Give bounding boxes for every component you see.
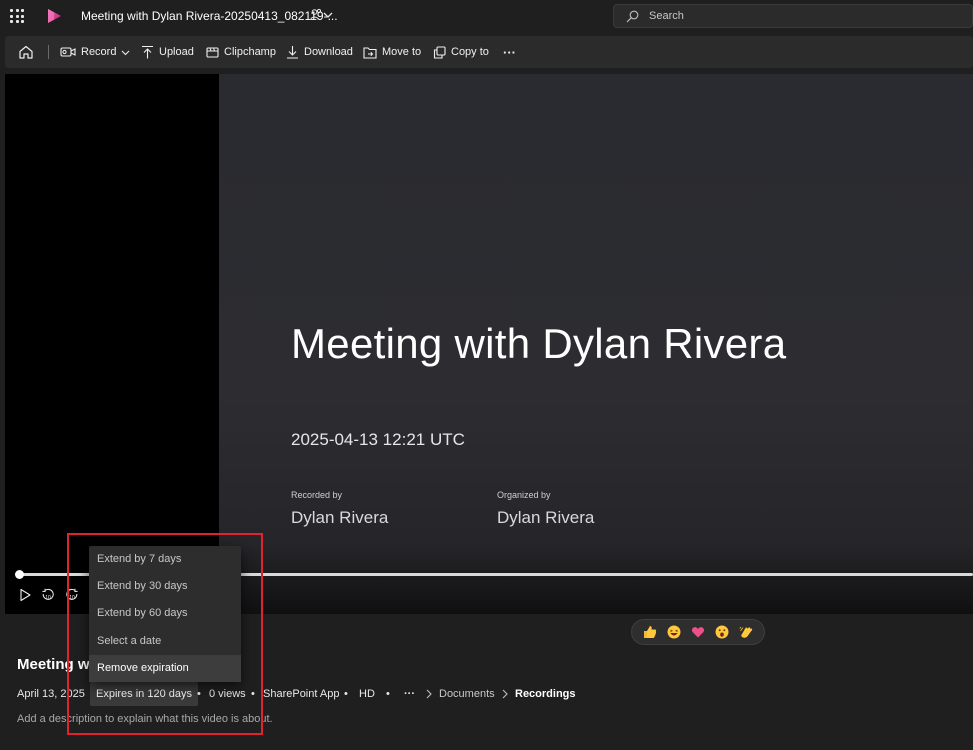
meta-separator: • bbox=[251, 688, 255, 700]
view-count: 0 views bbox=[209, 688, 246, 700]
search-box[interactable]: Search bbox=[613, 4, 973, 28]
breadcrumb-overflow-button[interactable]: ··· bbox=[404, 688, 415, 700]
play-icon[interactable] bbox=[18, 588, 32, 602]
breadcrumb-recordings[interactable]: Recordings bbox=[515, 688, 576, 700]
slide-datetime: 2025-04-13 12:21 UTC bbox=[291, 430, 465, 449]
top-bar: Meeting with Dylan Rivera-20250413_08211… bbox=[0, 0, 973, 32]
menu-item-extend-60-days[interactable]: Extend by 60 days bbox=[89, 600, 241, 627]
record-button[interactable]: Record bbox=[60, 36, 130, 68]
video-player[interactable]: Meeting with Dylan Rivera 2025-04-13 12:… bbox=[5, 74, 973, 614]
move-to-button[interactable]: Move to bbox=[363, 36, 421, 68]
move-folder-icon bbox=[363, 46, 377, 59]
move-to-label: Move to bbox=[382, 46, 422, 58]
shared-people-icon[interactable] bbox=[310, 8, 322, 21]
breadcrumb-documents[interactable]: Documents bbox=[439, 688, 495, 700]
chevron-right-icon bbox=[426, 689, 432, 699]
source-app: SharePoint App bbox=[263, 688, 340, 700]
organized-by-name: Dylan Rivera bbox=[497, 508, 595, 527]
record-label: Record bbox=[81, 46, 117, 58]
meta-separator: • bbox=[386, 688, 390, 700]
upload-button[interactable]: Upload bbox=[141, 36, 194, 68]
video-letterbox bbox=[5, 74, 219, 614]
recorded-by-label: Recorded by bbox=[291, 490, 343, 500]
copy-icon bbox=[433, 45, 446, 59]
search-icon bbox=[626, 10, 639, 23]
chevron-down-icon bbox=[122, 50, 130, 55]
download-button[interactable]: Download bbox=[286, 36, 353, 68]
expiration-button[interactable]: Expires in 120 days bbox=[90, 682, 198, 706]
menu-item-extend-7-days[interactable]: Extend by 7 days bbox=[89, 546, 241, 573]
home-button[interactable] bbox=[18, 36, 34, 68]
chevron-down-icon[interactable] bbox=[323, 11, 333, 19]
description-field[interactable]: Add a description to explain what this v… bbox=[17, 713, 273, 725]
clipchamp-button[interactable]: Clipchamp bbox=[206, 36, 276, 68]
skip-forward-icon[interactable]: 10 bbox=[65, 588, 79, 602]
chevron-right-icon bbox=[502, 689, 508, 699]
skip-back-icon[interactable]: 10 bbox=[41, 588, 55, 602]
clipchamp-icon bbox=[206, 46, 219, 58]
document-title[interactable]: Meeting with Dylan Rivera-20250413_08211… bbox=[81, 9, 338, 23]
more-actions-button[interactable]: ··· bbox=[503, 36, 516, 68]
surprised-face-icon[interactable] bbox=[715, 625, 729, 639]
thumbs-up-icon[interactable] bbox=[643, 625, 657, 639]
upload-label: Upload bbox=[159, 46, 194, 58]
slide-title: Meeting with Dylan Rivera bbox=[291, 320, 787, 367]
download-icon bbox=[287, 46, 298, 59]
meta-separator: • bbox=[197, 688, 201, 700]
expiration-menu: Extend by 7 days Extend by 30 days Exten… bbox=[89, 546, 241, 682]
menu-item-select-date[interactable]: Select a date bbox=[89, 628, 241, 655]
clapping-hands-icon[interactable] bbox=[739, 625, 753, 639]
toolbar-divider bbox=[48, 45, 49, 59]
command-bar: Record Upload Clipchamp Download Move to bbox=[5, 36, 973, 68]
app-launcher-icon[interactable] bbox=[10, 9, 24, 23]
copy-to-button[interactable]: Copy to bbox=[433, 36, 489, 68]
meta-separator: • bbox=[344, 688, 348, 700]
skip-forward-seconds: 10 bbox=[69, 595, 75, 601]
stream-logo-icon bbox=[48, 9, 61, 23]
search-placeholder: Search bbox=[649, 10, 684, 22]
menu-item-extend-30-days[interactable]: Extend by 30 days bbox=[89, 573, 241, 600]
organized-by-label: Organized by bbox=[497, 490, 551, 500]
seek-thumb[interactable] bbox=[15, 570, 24, 579]
heart-icon[interactable] bbox=[691, 625, 705, 639]
laughing-face-icon[interactable] bbox=[667, 625, 681, 639]
recorded-date: April 13, 2025 bbox=[17, 688, 85, 700]
quality-badge: HD bbox=[359, 688, 375, 700]
upload-icon bbox=[142, 45, 153, 59]
skip-back-seconds: 10 bbox=[45, 595, 51, 601]
recorded-by-name: Dylan Rivera bbox=[291, 508, 389, 527]
home-icon bbox=[19, 45, 33, 59]
copy-to-label: Copy to bbox=[451, 46, 489, 58]
reactions-bar bbox=[631, 619, 765, 645]
video-title: Meeting w bbox=[17, 656, 90, 673]
record-video-icon bbox=[60, 47, 76, 57]
menu-item-remove-expiration[interactable]: Remove expiration bbox=[89, 655, 241, 682]
clipchamp-label: Clipchamp bbox=[224, 46, 276, 58]
download-label: Download bbox=[304, 46, 353, 58]
